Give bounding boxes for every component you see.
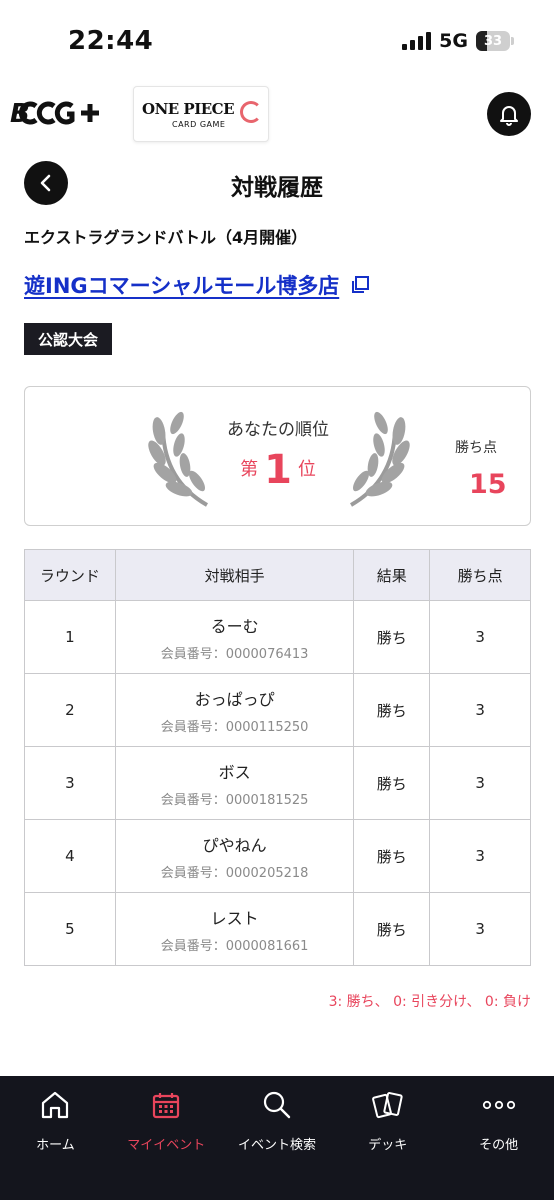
store-link-row: 遊INGコマーシャルモール博多店 xyxy=(24,270,371,300)
search-icon xyxy=(263,1091,291,1119)
opponent-name: るーむ xyxy=(210,616,259,636)
opponent-name: ボス xyxy=(218,762,251,782)
points-cell: 3 xyxy=(429,600,531,674)
result-cell: 勝ち xyxy=(353,819,431,893)
bell-icon xyxy=(500,106,518,126)
rank-card: あなたの順位 第1位 勝ち点 15 xyxy=(24,386,531,526)
opponent-member-number: 会員番号：0000115250 xyxy=(160,719,309,735)
table-row: 2 おっぱっぴ 会員番号：0000115250 勝ち 3 xyxy=(24,673,531,747)
table-row: 3 ボス 会員番号：0000181525 勝ち 3 xyxy=(24,746,531,820)
nav-other[interactable]: その他 xyxy=(443,1076,554,1200)
result-cell: 勝ち xyxy=(353,746,431,820)
nav-event-search-label: イベント検索 xyxy=(237,1138,316,1153)
header-result: 結果 xyxy=(353,549,431,601)
points-cell: 3 xyxy=(429,819,531,893)
rank-suffix: 位 xyxy=(297,459,316,480)
battery-icon: 33 xyxy=(476,31,510,51)
status-indicators: 5G 33 xyxy=(402,30,514,52)
game-logo-mark xyxy=(240,101,262,123)
home-icon xyxy=(42,1091,69,1119)
round-cell: 3 xyxy=(24,746,116,820)
table-row: 4 ぴやねん 会員番号：0000205218 勝ち 3 xyxy=(24,819,531,893)
result-cell: 勝ち xyxy=(353,892,431,966)
status-bar: 22:44 5G 33 xyxy=(0,0,554,82)
network-label: 5G xyxy=(439,30,468,52)
table-row: 5 レスト 会員番号：0000081661 勝ち 3 xyxy=(24,892,531,966)
status-time: 22:44 xyxy=(68,26,154,56)
total-points-value: 15 xyxy=(469,469,507,500)
nav-home[interactable]: ホーム xyxy=(0,1076,111,1200)
app-header: B ONE PIECE CARD GAME xyxy=(0,82,554,144)
header-points: 勝ち点 xyxy=(429,549,531,601)
more-icon xyxy=(482,1100,515,1110)
opponent-member-number: 会員番号：0000076413 xyxy=(160,646,309,662)
official-tournament-badge: 公認大会 xyxy=(24,323,113,355)
total-points-label: 勝ち点 xyxy=(455,440,497,456)
rank-prefix: 第 xyxy=(240,459,259,480)
table-row: 1 るーむ 会員番号：0000076413 勝ち 3 xyxy=(24,600,531,674)
points-cell: 3 xyxy=(429,746,531,820)
nav-home-label: ホーム xyxy=(36,1138,75,1153)
points-cell: 3 xyxy=(429,673,531,747)
bandai-tcg-plus-logo[interactable]: B xyxy=(10,98,110,135)
round-cell: 4 xyxy=(24,819,116,893)
opponent-name: ぴやねん xyxy=(202,835,267,855)
opponent-name: おっぱっぴ xyxy=(194,689,275,709)
header-opponent: 対戦相手 xyxy=(114,549,355,601)
bottom-nav: ホーム マイイベント イベント検索 デッキ その他 xyxy=(0,1076,554,1200)
round-cell: 2 xyxy=(24,673,116,747)
round-cell: 1 xyxy=(24,600,116,674)
points-legend: 3: 勝ち、 0: 引き分け、 0: 負け xyxy=(328,994,531,1010)
opponent-name: レスト xyxy=(210,908,259,928)
nav-event-search[interactable]: イベント検索 xyxy=(222,1076,333,1200)
header-round: ラウンド xyxy=(24,549,116,601)
round-cell: 5 xyxy=(24,892,116,966)
opponent-cell: ボス 会員番号：0000181525 xyxy=(114,746,355,820)
rank-label: あなたの順位 xyxy=(227,420,329,440)
nav-deck-label: デッキ xyxy=(368,1138,408,1153)
nav-my-event-label: マイイベント xyxy=(127,1138,206,1153)
game-logo-title: ONE PIECE xyxy=(142,100,235,118)
table-header-row: ラウンド 対戦相手 結果 勝ち点 xyxy=(24,549,531,601)
result-cell: 勝ち xyxy=(353,600,431,674)
store-link[interactable]: 遊INGコマーシャルモール博多店 xyxy=(24,270,339,300)
match-history-table: ラウンド 対戦相手 結果 勝ち点 1 るーむ 会員番号：0000076413 勝… xyxy=(24,549,531,966)
one-piece-card-game-logo[interactable]: ONE PIECE CARD GAME xyxy=(133,86,269,142)
points-cell: 3 xyxy=(429,892,531,966)
opponent-cell: おっぱっぴ 会員番号：0000115250 xyxy=(114,673,355,747)
nav-deck[interactable]: デッキ xyxy=(332,1076,443,1200)
opponent-member-number: 会員番号：0000081661 xyxy=(160,938,309,954)
result-cell: 勝ち xyxy=(353,673,431,747)
rank-display: 第1位 xyxy=(175,447,381,493)
opponent-member-number: 会員番号：0000205218 xyxy=(160,865,309,881)
rank-value: 1 xyxy=(264,447,292,493)
battery-level: 33 xyxy=(483,33,503,49)
nav-my-event[interactable]: マイイベント xyxy=(111,1076,222,1200)
event-name: エクストラグランドバトル（4月開催） xyxy=(24,228,308,247)
nav-other-label: その他 xyxy=(479,1138,519,1153)
external-link-icon[interactable] xyxy=(349,274,371,296)
opponent-cell: ぴやねん 会員番号：0000205218 xyxy=(114,819,355,893)
opponent-cell: レスト 会員番号：0000081661 xyxy=(114,892,355,966)
opponent-member-number: 会員番号：0000181525 xyxy=(160,792,309,808)
cards-icon xyxy=(371,1092,403,1119)
page-title: 対戦履歴 xyxy=(231,175,323,201)
signal-icon xyxy=(402,32,432,50)
game-logo-subtitle: CARD GAME xyxy=(172,120,226,129)
opponent-cell: るーむ 会員番号：0000076413 xyxy=(114,600,355,674)
notification-button[interactable] xyxy=(487,92,531,136)
calendar-icon xyxy=(153,1093,180,1119)
